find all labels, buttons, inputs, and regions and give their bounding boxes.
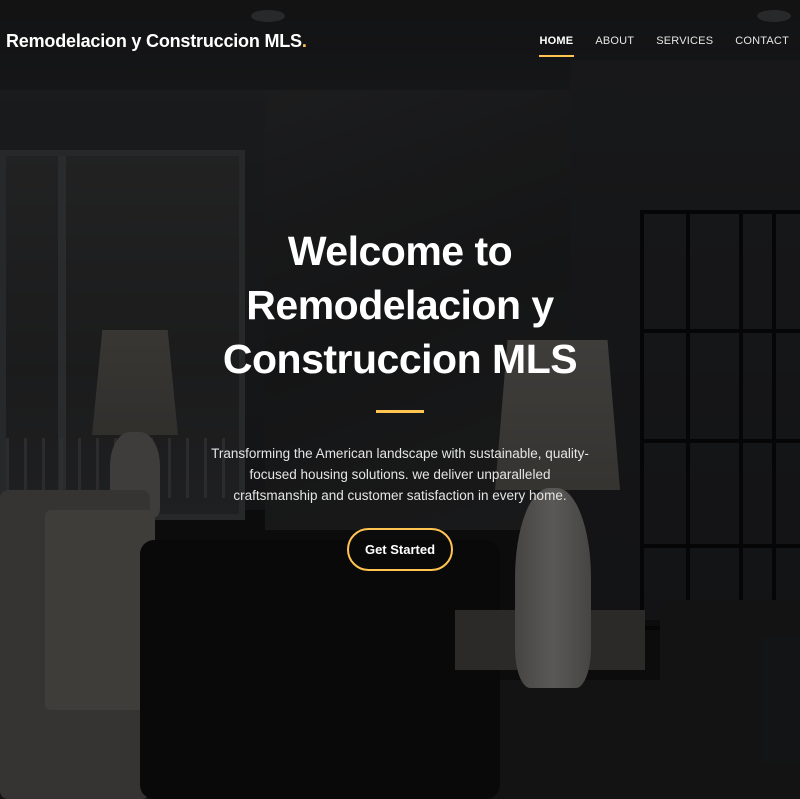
logo-accent-dot: . [301,30,307,51]
main-nav: HOME ABOUT SERVICES CONTACT [538,29,791,57]
logo-text: Remodelacion y Construccion MLS [6,30,302,51]
site-logo[interactable]: Remodelacion y Construccion MLS. [6,31,307,52]
hero-section: Welcome to Remodelacion y Construccion M… [0,224,800,571]
nav-home[interactable]: HOME [538,29,575,57]
hero-title: Welcome to Remodelacion y Construccion M… [170,224,630,386]
hero-description: Transforming the American landscape with… [211,446,589,503]
nav-contact[interactable]: CONTACT [734,29,790,53]
hero-title-line-1: Welcome to [287,228,513,274]
title-divider [376,410,424,413]
hero-title-line-2: Remodelacion y [246,282,554,328]
site-header: Remodelacion y Construccion MLS. HOME AB… [0,0,800,82]
hero-title-line-3: Construccion MLS [222,336,578,382]
nav-about[interactable]: ABOUT [594,29,635,53]
nav-services[interactable]: SERVICES [655,29,714,53]
get-started-button[interactable]: Get Started [347,528,453,571]
